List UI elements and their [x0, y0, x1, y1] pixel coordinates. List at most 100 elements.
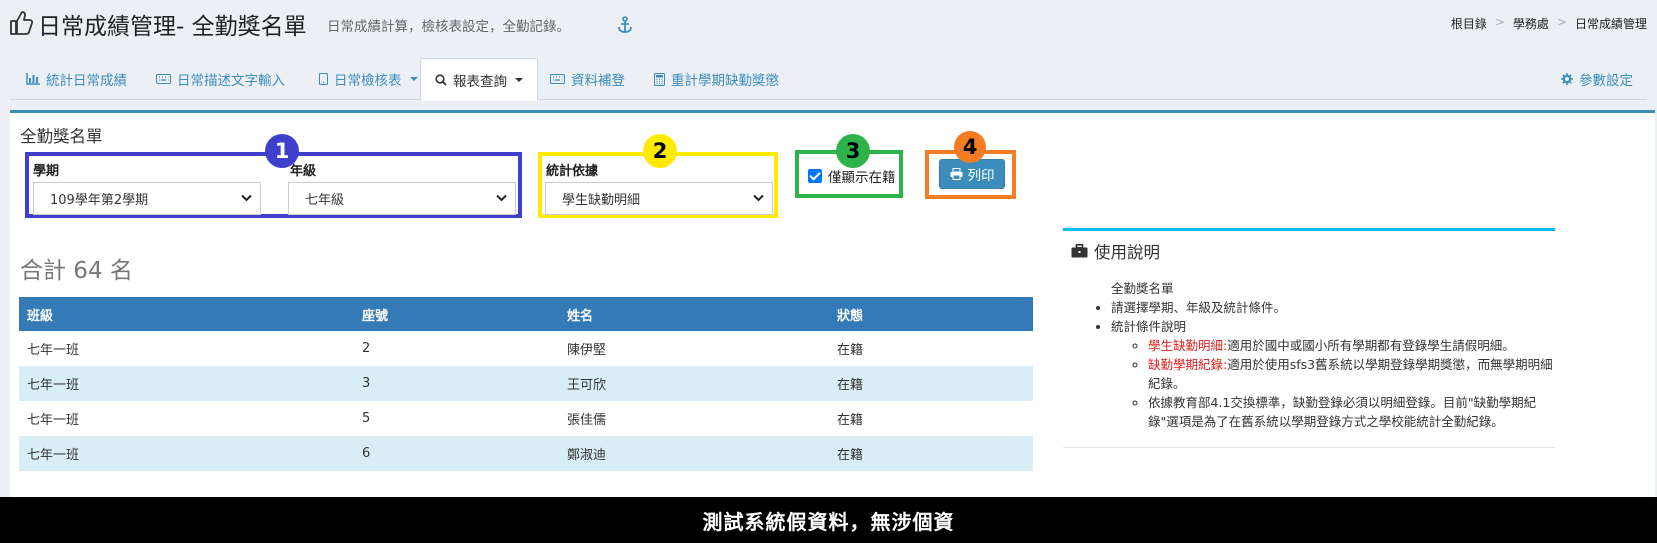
step-badge-4: 4: [954, 131, 986, 163]
basis-label: 統計依據: [546, 164, 599, 179]
instructions-subitem: 依據教育部4.1交換標準，缺勤登錄必須以明細登錄。目前"缺勤學期紀錄"選項是為了…: [1148, 393, 1555, 431]
award-name-table: 班級 座號 姓名 狀態 七年一班 2 陳伊堅 在籍 七年一班 3 王可欣 在籍 …: [19, 297, 1033, 471]
chevron-down-icon: [496, 194, 507, 202]
column-header-status: 狀態: [829, 297, 1033, 331]
settings-link[interactable]: 參數設定: [1547, 58, 1647, 100]
nav-tabs: 統計日常成績 日常描述文字輸入 日常檢核表 報表查詢 資料補登 重計學期缺勤獎懲…: [10, 58, 1647, 101]
tab-label: 日常檢核表: [334, 73, 402, 89]
cell-status: 在籍: [837, 413, 864, 428]
cell-seat: 2: [362, 341, 371, 356]
table-row: 七年一班 5 張佳儒 在籍: [19, 401, 1033, 436]
cell-seat: 3: [354, 366, 559, 401]
semester-label: 學期: [33, 164, 60, 179]
tab-label: 重計學期缺勤獎懲: [671, 73, 779, 89]
briefcase-icon: [1071, 244, 1088, 258]
column-header-seat: 座號: [354, 297, 559, 331]
search-icon: [435, 73, 447, 86]
chevron-down-icon: [753, 194, 764, 202]
box-title: 全勤獎名單: [20, 127, 103, 146]
step-badge-1: 1: [265, 134, 299, 168]
page-title: 日常成績管理- 全勤獎名單: [38, 14, 307, 40]
anchor-icon[interactable]: [617, 16, 633, 34]
breadcrumb-separator: >: [1556, 15, 1567, 29]
cell-class: 七年一班: [27, 413, 80, 428]
instructions-heading: 全勤獎名單: [1111, 281, 1174, 296]
step-badge-3: 3: [836, 134, 870, 168]
cell-status: 在籍: [829, 366, 1033, 401]
instructions-item: 請選擇學期、年級及統計條件。: [1111, 298, 1555, 317]
page-header: 日常成績管理- 全勤獎名單 日常成績計算，檢核表設定，全勤記錄。 根目錄 > 學…: [0, 0, 1657, 50]
breadcrumb-current: 日常成績管理: [1574, 17, 1647, 31]
keyboard-icon: [156, 74, 171, 84]
tab-data-supplement[interactable]: 資料補登: [536, 58, 639, 100]
printer-icon: [950, 168, 962, 180]
cell-name: 張佳儒: [567, 413, 607, 428]
tab-description-input[interactable]: 日常描述文字輸入: [142, 58, 299, 100]
table-header-row: 班級 座號 姓名 狀態: [19, 297, 1033, 331]
table-row: 七年一班 2 陳伊堅 在籍: [19, 331, 1033, 366]
breadcrumb: 根目錄 > 學務處 > 日常成績管理: [1451, 15, 1647, 32]
page-subtitle: 日常成績計算，檢核表設定，全勤記錄。: [327, 19, 570, 35]
table-row: 七年一班 3 王可欣 在籍: [19, 366, 1033, 401]
chevron-down-icon: [241, 194, 252, 202]
tab-recalculate-attendance[interactable]: 重計學期缺勤獎懲: [640, 58, 793, 100]
column-header-class: 班級: [19, 297, 354, 331]
instructions-item: 統計條件說明 學生缺勤明細:適用於國中或國小所有學期都有登錄學生請假明細。 缺勤…: [1111, 317, 1555, 431]
instructions-sublist: 學生缺勤明細:適用於國中或國小所有學期都有登錄學生請假明細。 缺勤學期紀錄:適用…: [1111, 336, 1555, 431]
instructions-item-text: 統計條件說明: [1111, 319, 1187, 334]
breadcrumb-root[interactable]: 根目錄: [1451, 15, 1487, 32]
enrolled-only-label: 僅顯示在籍: [828, 170, 896, 186]
option-key: 缺勤學期紀錄:: [1148, 357, 1228, 372]
step-badge-2: 2: [643, 134, 677, 168]
option-key: 學生缺勤明細:: [1148, 338, 1228, 353]
instructions-list: 請選擇學期、年級及統計條件。 統計條件說明 學生缺勤明細:適用於國中或國小所有學…: [1063, 298, 1555, 431]
enrolled-only-option: 僅顯示在籍: [808, 166, 896, 186]
total-count: 合計 64 名: [20, 258, 133, 284]
cell-name: 王可欣: [559, 366, 829, 401]
tab-daily-checklist[interactable]: 日常檢核表: [305, 58, 432, 100]
bar-chart-icon: [26, 73, 40, 85]
table-row: 七年一班 6 鄭淑迪 在籍: [19, 436, 1033, 471]
basis-value: 學生缺勤明細: [562, 193, 641, 208]
instructions-panel: 使用說明 全勤獎名單 請選擇學期、年級及統計條件。 統計條件說明 學生缺勤明細:…: [1063, 228, 1555, 448]
basis-select[interactable]: 學生缺勤明細: [545, 182, 773, 215]
breadcrumb-separator: >: [1494, 15, 1505, 29]
cell-name: 陳伊堅: [567, 343, 607, 358]
chevron-down-icon: [515, 77, 523, 82]
attendance-award-panel: 全勤獎名單 學期 109學年第2學期 年級 七年級 統計依據 學生缺勤明細 僅顯…: [10, 110, 1655, 500]
cell-class: 七年一班: [27, 343, 80, 358]
calculator-icon: [654, 72, 665, 86]
print-button[interactable]: 列印: [939, 159, 1005, 189]
breadcrumb-student-affairs[interactable]: 學務處: [1513, 15, 1549, 32]
test-data-banner: 測試系統假資料，無涉個資: [0, 497, 1657, 543]
instructions-body: 全勤獎名單 請選擇學期、年級及統計條件。 統計條件說明 學生缺勤明細:適用於國中…: [1063, 279, 1555, 431]
cell-class: 七年一班: [19, 436, 354, 471]
column-header-name: 姓名: [559, 297, 829, 331]
semester-select[interactable]: 109學年第2學期: [33, 182, 261, 215]
cell-status: 在籍: [837, 343, 864, 358]
tab-label: 報表查詢: [453, 73, 507, 90]
cell-class: 七年一班: [19, 366, 354, 401]
tab-report-query[interactable]: 報表查詢: [420, 58, 538, 101]
chevron-down-icon: [409, 77, 418, 81]
tab-label: 資料補登: [571, 73, 625, 89]
cell-seat: 6: [354, 436, 559, 471]
grade-select[interactable]: 七年級: [288, 182, 516, 215]
grade-value: 七年級: [305, 193, 345, 208]
cell-name: 鄭淑迪: [559, 436, 829, 471]
option-desc: 適用於國中或國小所有學期都有登錄學生請假明細。: [1227, 338, 1515, 353]
tab-daily-score-stats[interactable]: 統計日常成績: [12, 58, 141, 100]
semester-value: 109學年第2學期: [50, 193, 149, 208]
instructions-title-text: 使用說明: [1094, 243, 1160, 262]
settings-label: 參數設定: [1579, 73, 1633, 89]
tab-label: 統計日常成績: [46, 73, 127, 89]
gear-icon: [1561, 73, 1573, 85]
instructions-subitem: 學生缺勤明細:適用於國中或國小所有學期都有登錄學生請假明細。: [1148, 336, 1555, 355]
keyboard-icon: [550, 74, 565, 84]
cell-status: 在籍: [829, 436, 1033, 471]
enrolled-only-checkbox[interactable]: [808, 169, 822, 183]
instructions-subitem: 缺勤學期紀錄:適用於使用sfs3舊系統以學期登錄學期獎懲，而無學期明細紀錄。: [1148, 355, 1555, 393]
tab-label: 日常描述文字輸入: [177, 73, 285, 89]
print-label: 列印: [967, 168, 995, 184]
tablet-icon: [319, 73, 328, 85]
